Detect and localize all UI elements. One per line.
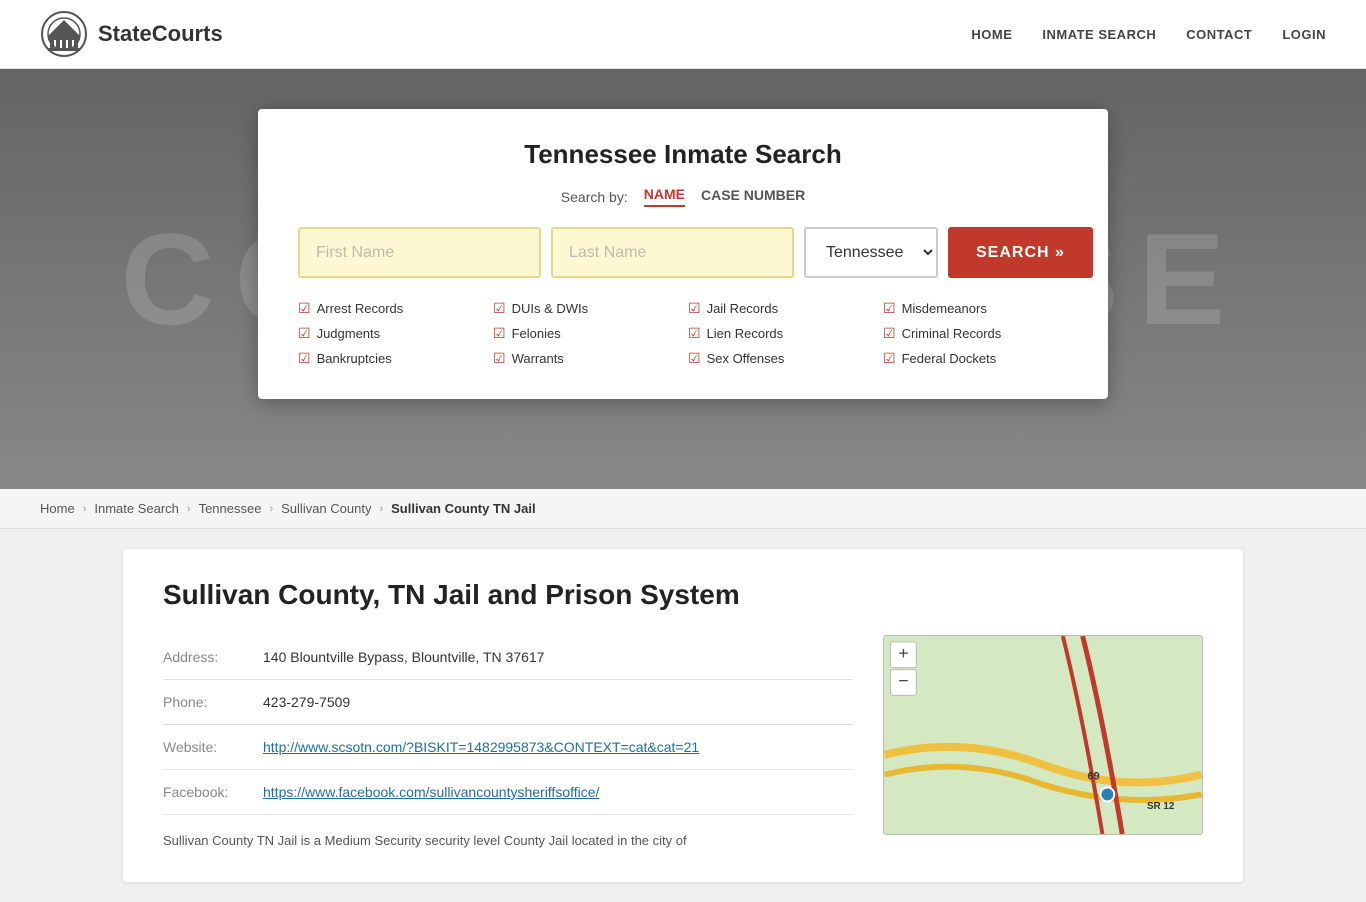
state-select[interactable]: Tennessee Alabama Alaska Arizona Califor… bbox=[804, 227, 938, 278]
checkbox-label: Lien Records bbox=[707, 326, 784, 341]
breadcrumb-separator: › bbox=[83, 503, 87, 515]
checkbox-item: ☑ Bankruptcies bbox=[298, 348, 483, 369]
tab-case-number[interactable]: CASE NUMBER bbox=[701, 187, 805, 206]
breadcrumb-separator: › bbox=[269, 503, 273, 515]
checkmark-icon: ☑ bbox=[493, 325, 506, 342]
first-name-input[interactable] bbox=[298, 227, 541, 278]
checkbox-item: ☑ Lien Records bbox=[688, 323, 873, 344]
tab-name[interactable]: NAME bbox=[644, 186, 685, 207]
checkbox-label: Judgments bbox=[317, 326, 381, 341]
checkboxes-grid: ☑ Arrest Records ☑ DUIs & DWIs ☑ Jail Records… bbox=[298, 298, 1068, 369]
checkmark-icon: ☑ bbox=[298, 325, 311, 342]
checkmark-icon: ☑ bbox=[493, 300, 506, 317]
breadcrumb-link[interactable]: Inmate Search bbox=[94, 501, 179, 516]
facebook-link[interactable]: https://www.facebook.com/sullivancountys… bbox=[263, 784, 599, 800]
address-label: Address: bbox=[163, 649, 263, 665]
search-by-label: Search by: bbox=[561, 189, 628, 205]
logo-area: StateCourts bbox=[40, 10, 223, 58]
checkbox-label: Jail Records bbox=[707, 301, 779, 316]
checkmark-icon: ☑ bbox=[883, 300, 896, 317]
content-card: Sullivan County, TN Jail and Prison Syst… bbox=[123, 549, 1243, 882]
phone-row: Phone: 423-279-7509 bbox=[163, 680, 853, 725]
checkbox-item: ☑ DUIs & DWIs bbox=[493, 298, 678, 319]
checkmark-icon: ☑ bbox=[883, 325, 896, 342]
svg-text:69: 69 bbox=[1088, 771, 1100, 783]
search-card-title: Tennessee Inmate Search bbox=[298, 139, 1068, 170]
header: StateCourts HOME INMATE SEARCH CONTACT L… bbox=[0, 0, 1366, 69]
map-svg: 69 SR 12 + − bbox=[884, 636, 1202, 834]
search-button[interactable]: SEARCH » bbox=[948, 227, 1093, 278]
logo-icon bbox=[40, 10, 88, 58]
checkbox-label: Federal Dockets bbox=[902, 351, 997, 366]
map-area: 69 SR 12 + − + − bbox=[883, 635, 1203, 835]
phone-label: Phone: bbox=[163, 694, 263, 710]
checkbox-label: DUIs & DWIs bbox=[512, 301, 589, 316]
address-row: Address: 140 Blountville Bypass, Blountv… bbox=[163, 635, 853, 680]
website-link[interactable]: http://www.scsotn.com/?BISKIT=1482995873… bbox=[263, 739, 699, 755]
website-row: Website: http://www.scsotn.com/?BISKIT=1… bbox=[163, 725, 853, 770]
breadcrumb-link[interactable]: Home bbox=[40, 501, 75, 516]
checkmark-icon: ☑ bbox=[688, 300, 701, 317]
checkmark-icon: ☑ bbox=[493, 350, 506, 367]
checkbox-item: ☑ Judgments bbox=[298, 323, 483, 344]
checkmark-icon: ☑ bbox=[883, 350, 896, 367]
checkmark-icon: ☑ bbox=[688, 350, 701, 367]
facebook-label: Facebook: bbox=[163, 784, 263, 800]
nav-contact[interactable]: CONTACT bbox=[1186, 27, 1252, 42]
checkmark-icon: ☑ bbox=[298, 300, 311, 317]
nav-inmate-search[interactable]: INMATE SEARCH bbox=[1042, 27, 1156, 42]
main-content: Sullivan County, TN Jail and Prison Syst… bbox=[83, 549, 1283, 882]
last-name-input[interactable] bbox=[551, 227, 794, 278]
checkbox-label: Misdemeanors bbox=[902, 301, 987, 316]
search-card: Tennessee Inmate Search Search by: NAME … bbox=[258, 109, 1108, 399]
breadcrumb: Home › Inmate Search › Tennessee › Sullivan Co… bbox=[0, 489, 1366, 529]
map-placeholder: 69 SR 12 + − bbox=[884, 636, 1202, 834]
checkbox-label: Bankruptcies bbox=[317, 351, 392, 366]
description-text: Sullivan County TN Jail is a Medium Secu… bbox=[163, 831, 853, 852]
checkbox-item: ☑ Arrest Records bbox=[298, 298, 483, 319]
info-left: Address: 140 Blountville Bypass, Blountv… bbox=[163, 635, 853, 852]
breadcrumb-link[interactable]: Sullivan County bbox=[281, 501, 371, 516]
checkbox-item: ☑ Sex Offenses bbox=[688, 348, 873, 369]
checkbox-label: Sex Offenses bbox=[707, 351, 785, 366]
facebook-row: Facebook: https://www.facebook.com/sulli… bbox=[163, 770, 853, 815]
checkbox-item: ☑ Criminal Records bbox=[883, 323, 1068, 344]
breadcrumb-link[interactable]: Tennessee bbox=[199, 501, 262, 516]
checkbox-item: ☑ Warrants bbox=[493, 348, 678, 369]
checkbox-item: ☑ Misdemeanors bbox=[883, 298, 1068, 319]
svg-text:+: + bbox=[898, 643, 908, 663]
search-fields: Tennessee Alabama Alaska Arizona Califor… bbox=[298, 227, 1068, 278]
nav-links: HOME INMATE SEARCH CONTACT LOGIN bbox=[971, 27, 1326, 42]
checkbox-item: ☑ Felonies bbox=[493, 323, 678, 344]
checkbox-item: ☑ Jail Records bbox=[688, 298, 873, 319]
checkbox-label: Warrants bbox=[512, 351, 564, 366]
phone-value: 423-279-7509 bbox=[263, 694, 350, 710]
checkbox-label: Arrest Records bbox=[317, 301, 404, 316]
checkmark-icon: ☑ bbox=[298, 350, 311, 367]
content-title: Sullivan County, TN Jail and Prison Syst… bbox=[163, 579, 1203, 611]
svg-text:SR 12: SR 12 bbox=[1147, 801, 1175, 812]
breadcrumb-current: Sullivan County TN Jail bbox=[391, 501, 535, 516]
checkmark-icon: ☑ bbox=[688, 325, 701, 342]
breadcrumb-separator: › bbox=[379, 503, 383, 515]
svg-text:−: − bbox=[898, 670, 908, 690]
search-by-row: Search by: NAME CASE NUMBER bbox=[298, 186, 1068, 207]
website-label: Website: bbox=[163, 739, 263, 755]
nav-login[interactable]: LOGIN bbox=[1282, 27, 1326, 42]
logo-text: StateCourts bbox=[98, 21, 223, 47]
hero-section: COURTHOUSE Tennessee Inmate Search Searc… bbox=[0, 69, 1366, 489]
info-layout: Address: 140 Blountville Bypass, Blountv… bbox=[163, 635, 1203, 852]
address-value: 140 Blountville Bypass, Blountville, TN … bbox=[263, 649, 544, 665]
checkbox-label: Criminal Records bbox=[902, 326, 1002, 341]
breadcrumb-separator: › bbox=[187, 503, 191, 515]
checkbox-label: Felonies bbox=[512, 326, 561, 341]
nav-home[interactable]: HOME bbox=[971, 27, 1012, 42]
checkbox-item: ☑ Federal Dockets bbox=[883, 348, 1068, 369]
